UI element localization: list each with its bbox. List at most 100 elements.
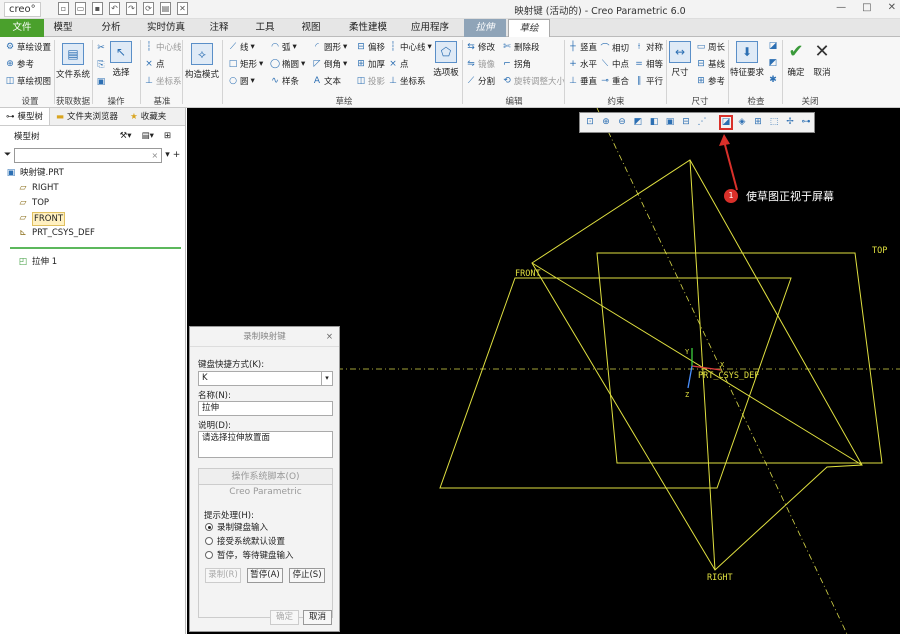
- perpendicular-constraint-button[interactable]: ⊥ 垂直: [568, 75, 597, 87]
- file-system-button[interactable]: ▤ 文件系统: [56, 43, 90, 80]
- tree-filter-input[interactable]: ×: [14, 147, 163, 163]
- coincident-constraint-button[interactable]: ⊸ 重合: [600, 75, 629, 87]
- tree-show-icon[interactable]: ▤▾: [142, 131, 154, 141]
- chamfer-button[interactable]: ◸ 倒角 ▾: [312, 58, 348, 70]
- tab-file[interactable]: 文件: [0, 19, 44, 37]
- perspective-icon[interactable]: ⬚: [767, 115, 781, 130]
- insert-indicator[interactable]: [10, 247, 181, 249]
- repaint-icon[interactable]: ◩: [631, 115, 645, 130]
- rotate-resize-button[interactable]: ⟲ 旋转调整大小: [502, 75, 565, 87]
- rectangle-button[interactable]: □ 矩形 ▾: [228, 58, 264, 70]
- tab-tools[interactable]: 工具: [248, 19, 282, 37]
- sketch-csys-button[interactable]: ⊥ 坐标系: [388, 75, 425, 87]
- add-filter-icon[interactable]: +: [173, 150, 181, 160]
- dimension-button[interactable]: ↔ 尺寸: [668, 41, 692, 78]
- project-button[interactable]: ◫ 投影: [356, 75, 385, 87]
- tab-analysis[interactable]: 分析: [94, 19, 128, 37]
- sketch-centerline-button[interactable]: ┆ 中心线 ▾: [388, 41, 432, 53]
- datum-centerline-button[interactable]: ┆ 中心线: [144, 41, 181, 53]
- pause-wait-radio[interactable]: 暂停，等待键盘输入: [205, 549, 294, 561]
- cancel-button[interactable]: ✕ 取消: [812, 41, 832, 78]
- group-constrain[interactable]: 约束: [568, 95, 664, 107]
- annotation-icon[interactable]: ⊶: [799, 115, 813, 130]
- group-dimension[interactable]: 尺寸: [676, 95, 724, 107]
- inspect-icon-3[interactable]: ✱: [768, 75, 778, 85]
- tab-flexible-modeling[interactable]: 柔性建模: [342, 19, 394, 37]
- copy-icon[interactable]: ⎘: [96, 60, 106, 70]
- shading-icon[interactable]: ◈: [735, 115, 749, 130]
- saved-views-icon[interactable]: ◧: [647, 115, 661, 130]
- midpoint-constraint-button[interactable]: ⟍ 中点: [600, 58, 629, 70]
- paste-icon[interactable]: ▣: [96, 77, 106, 87]
- tab-favorites[interactable]: ★ 收藏夹: [124, 108, 172, 125]
- maximize-button[interactable]: □: [862, 2, 871, 13]
- modify-button[interactable]: ⇆ 修改: [466, 41, 495, 53]
- construction-mode-button[interactable]: ⟡ 构造模式: [184, 43, 220, 80]
- tangent-constraint-button[interactable]: ⌒ 相切: [600, 41, 629, 55]
- tab-live-simulation[interactable]: 实时仿真: [140, 19, 192, 37]
- record-keyboard-radio[interactable]: 录制键盘输入: [205, 521, 268, 533]
- creo-parametric-tab[interactable]: Creo Parametric: [199, 485, 332, 499]
- description-input[interactable]: 请选择拉伸放置面: [198, 431, 333, 458]
- cut-icon[interactable]: ✂: [96, 43, 106, 53]
- hidden-line-icon[interactable]: ⊞: [751, 115, 765, 130]
- key-select[interactable]: K ▾: [198, 371, 333, 386]
- ok-button[interactable]: ✔ 确定: [786, 41, 806, 78]
- group-inspect[interactable]: 检查: [734, 95, 778, 107]
- view-manager-icon[interactable]: ⊟: [679, 115, 693, 130]
- ellipse-button[interactable]: ◯ 椭圆 ▾: [270, 58, 305, 70]
- corner-button[interactable]: ⌐ 拐角: [502, 58, 531, 70]
- arc-button[interactable]: ◠ 弧 ▾: [270, 41, 297, 53]
- feature-requirements-button[interactable]: ⬇ 特征要求: [730, 41, 764, 78]
- display-style-icon[interactable]: ▣: [663, 115, 677, 130]
- tab-extrude[interactable]: 拉伸: [464, 19, 506, 37]
- horizontal-constraint-button[interactable]: + 水平: [568, 58, 597, 70]
- select-button[interactable]: ↖ 选择: [110, 41, 132, 78]
- dialog-close-icon[interactable]: ×: [326, 327, 333, 347]
- clear-filter-icon[interactable]: ×: [152, 149, 159, 162]
- palette-button[interactable]: ⬠ 选项板: [432, 41, 460, 78]
- inspect-icon-1[interactable]: ◪: [768, 41, 778, 51]
- baseline-button[interactable]: ⊟ 基线: [696, 58, 725, 70]
- chevron-down-icon[interactable]: ▾: [321, 372, 332, 385]
- record-button[interactable]: 录制(R): [205, 568, 241, 583]
- delete-segment-button[interactable]: ✄ 删除段: [502, 41, 539, 53]
- tab-annotate[interactable]: 注释: [202, 19, 236, 37]
- offset-button[interactable]: ⊟ 偏移: [356, 41, 385, 53]
- os-script-tab[interactable]: 操作系统脚本(O): [199, 469, 332, 485]
- circle-button[interactable]: ○ 圆 ▾: [228, 75, 255, 87]
- references-button[interactable]: ⊕ 参考: [5, 58, 34, 70]
- vertical-constraint-button[interactable]: ┼ 竖直: [568, 41, 597, 53]
- mirror-button[interactable]: ⇋ 镜像: [466, 58, 495, 70]
- inspect-icon-2[interactable]: ◩: [768, 58, 778, 68]
- tree-columns-icon[interactable]: ⊞: [164, 131, 171, 141]
- text-button[interactable]: A 文本: [312, 75, 341, 87]
- fillet-button[interactable]: ◜ 圆形 ▾: [312, 41, 347, 53]
- tree-item-right[interactable]: ▱ RIGHT: [6, 181, 185, 196]
- zoom-in-icon[interactable]: ⊕: [599, 115, 613, 130]
- datum-display-icon[interactable]: ⋰: [695, 115, 709, 130]
- dialog-cancel-button[interactable]: 取消: [303, 610, 332, 625]
- sketch-view-icon[interactable]: ◪: [719, 115, 733, 130]
- parallel-constraint-button[interactable]: ∥ 平行: [634, 75, 663, 87]
- tree-item-front[interactable]: ▱ FRONT: [6, 211, 185, 226]
- tab-sketch[interactable]: 草绘: [508, 19, 550, 37]
- reference-dim-button[interactable]: ⊞ 参考: [696, 75, 725, 87]
- tab-folder-browser[interactable]: ▬ 文件夹浏览器: [50, 108, 124, 125]
- name-input[interactable]: 拉伸: [198, 401, 333, 416]
- datum-csys-button[interactable]: ⊥ 坐标系: [144, 75, 181, 87]
- zoom-out-icon[interactable]: ⊖: [615, 115, 629, 130]
- accept-defaults-radio[interactable]: 接受系统默认设置: [205, 535, 285, 547]
- datum-point-button[interactable]: × 点: [144, 58, 164, 70]
- group-setup[interactable]: 设置: [8, 95, 52, 107]
- symmetric-constraint-button[interactable]: ⟊ 对称: [634, 41, 663, 53]
- refit-icon[interactable]: ⊡: [583, 115, 597, 130]
- tree-settings-icon[interactable]: ⚒▾: [120, 131, 132, 141]
- tree-item-top[interactable]: ▱ TOP: [6, 196, 185, 211]
- sketch-view-button[interactable]: ◫ 草绘视图: [5, 75, 51, 87]
- filter-dropdown-icon[interactable]: ▾: [165, 150, 170, 160]
- tree-item-csys[interactable]: ⊾ PRT_CSYS_DEF: [6, 226, 185, 241]
- line-button[interactable]: ⟋ 线 ▾: [228, 41, 255, 53]
- thicken-button[interactable]: ⊞ 加厚: [356, 58, 385, 70]
- tab-applications[interactable]: 应用程序: [404, 19, 456, 37]
